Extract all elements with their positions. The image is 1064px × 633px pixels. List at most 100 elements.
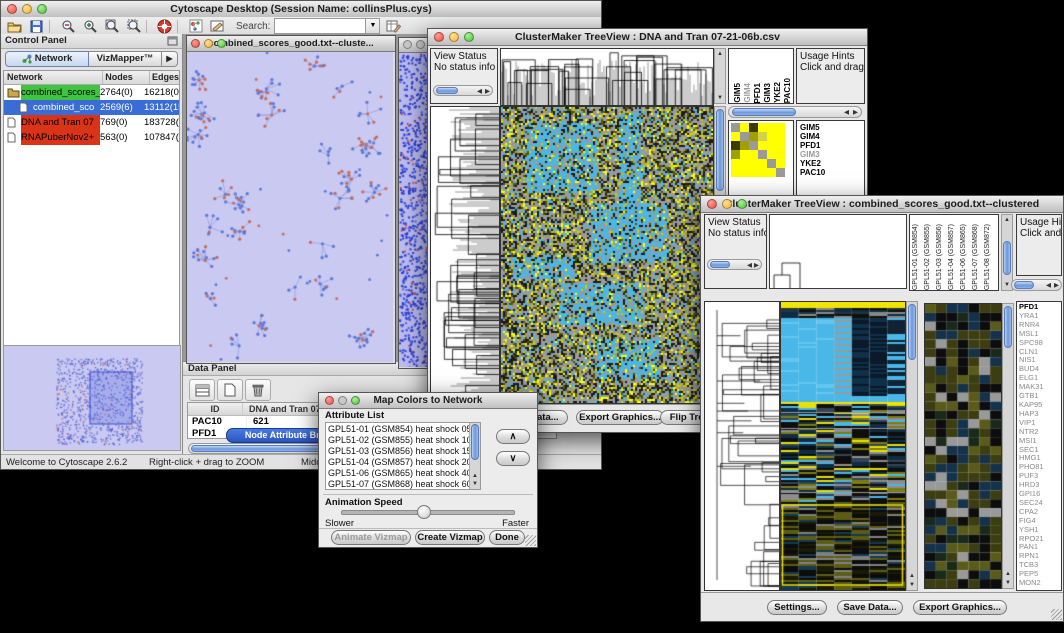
delete-attribute-button[interactable] xyxy=(245,379,271,401)
frame1-title: combined_scores_good.txt--cluste... xyxy=(208,38,373,49)
frame1-zoom-button[interactable] xyxy=(217,39,226,48)
dp-col-id[interactable]: ID xyxy=(188,403,243,415)
frame2-close-button[interactable] xyxy=(403,40,412,49)
matrix-cell xyxy=(758,168,767,177)
tv2-resize-grip[interactable] xyxy=(1051,609,1062,620)
tv1-top-scroll-strip[interactable]: ▲▼ xyxy=(714,48,726,104)
help-lifebuoy-icon[interactable] xyxy=(156,19,173,34)
zoom-out-icon[interactable] xyxy=(59,19,76,34)
zoom-in-icon[interactable] xyxy=(81,19,98,34)
tv1-zoom-button[interactable] xyxy=(464,32,474,42)
speed-slider-thumb[interactable] xyxy=(417,505,431,519)
zoom-selected-icon[interactable] xyxy=(125,19,142,34)
move-down-button[interactable]: ∨ xyxy=(496,451,530,466)
tab-network[interactable]: Network xyxy=(5,51,89,67)
tv1-minimize-button[interactable] xyxy=(449,32,459,42)
col-edges[interactable]: Edges xyxy=(150,71,179,84)
dialog-close-button[interactable] xyxy=(325,396,334,405)
attribute-list-scrollbar[interactable]: ▲▼ xyxy=(469,423,480,489)
tv2-gene-list[interactable]: PFD1YRA1RNR4MSL1SPC98CLN1NIS1BUD4ELG1MAK… xyxy=(1016,301,1062,591)
attribute-list-item[interactable]: GPL51-02 (GSM855) heat shock 10 min xyxy=(326,435,480,446)
main-titlebar[interactable]: Cytoscape Desktop (Session Name: collins… xyxy=(1,1,601,18)
network-row[interactable]: RNAPuberNov2+563(0)107847(0) xyxy=(4,130,179,145)
document-icon xyxy=(7,117,21,128)
tv1-row-label: PFD1 xyxy=(800,141,864,150)
tv1-status-scrollbar[interactable]: ◀▶ xyxy=(433,85,493,96)
network-edges: 16218(0) xyxy=(144,85,179,100)
dialog-title: Map Colors to Network xyxy=(374,395,483,406)
treeview2-title: ClusterMaker TreeView : combined_scores_… xyxy=(725,198,1039,210)
float-panel-icon[interactable] xyxy=(167,36,178,46)
tv2-usage-hscrollbar[interactable]: ◀▶ xyxy=(1011,279,1062,291)
network-view-canvas[interactable] xyxy=(187,52,393,362)
export-graphics-button[interactable]: Export Graphics... xyxy=(913,600,1007,615)
tv1-column-dendrogram[interactable] xyxy=(500,48,714,106)
tv2-collabel-scrollbar[interactable]: ▲▼ xyxy=(1001,214,1013,291)
treeview2-titlebar[interactable]: ClusterMaker TreeView : combined_scores_… xyxy=(701,196,1063,213)
tv2-close-button[interactable] xyxy=(707,199,717,209)
new-attribute-button[interactable] xyxy=(217,379,243,401)
tv2-row-dendrogram[interactable] xyxy=(704,301,780,591)
tv2-column-dendrogram[interactable] xyxy=(769,214,907,289)
gene-label[interactable]: MON2 xyxy=(1017,579,1061,588)
dialog-resize-grip[interactable] xyxy=(525,535,536,546)
zoom-fit-icon[interactable] xyxy=(103,19,120,34)
animate-vizmap-button[interactable]: Animate Vizmap xyxy=(331,530,411,545)
export-graphics-button[interactable]: Export Graphics... xyxy=(576,410,664,425)
close-button[interactable] xyxy=(7,4,17,14)
tv1-row-label: YKE2 xyxy=(800,159,864,168)
done-button[interactable]: Done xyxy=(489,530,525,545)
create-vizmap-button[interactable]: Create Vizmap xyxy=(415,530,485,545)
tv2-minimize-button[interactable] xyxy=(722,199,732,209)
open-session-button[interactable] xyxy=(6,19,23,34)
tv1-row-dendrogram[interactable] xyxy=(430,106,500,404)
search-input[interactable] xyxy=(274,18,366,34)
tv2-zoom-button[interactable] xyxy=(737,199,747,209)
move-up-button[interactable]: ∧ xyxy=(496,429,530,444)
attribute-list[interactable]: GPL51-01 (GSM854) heat shock 05 minGPL51… xyxy=(325,422,481,490)
dialog-titlebar[interactable]: Map Colors to Network xyxy=(319,393,537,409)
matrix-cell xyxy=(767,132,776,141)
vizmapper-icon[interactable] xyxy=(187,19,204,34)
minimize-button[interactable] xyxy=(22,4,32,14)
tv2-zoom-vscrollbar[interactable]: ▲▼ xyxy=(1002,303,1014,589)
select-attributes-button[interactable] xyxy=(189,379,215,401)
tv1-close-button[interactable] xyxy=(434,32,444,42)
frame1-close-button[interactable] xyxy=(191,39,200,48)
frame1-minimize-button[interactable] xyxy=(204,39,213,48)
birdseye-view[interactable] xyxy=(3,345,181,451)
attribute-list-items: GPL51-01 (GSM854) heat shock 05 minGPL51… xyxy=(326,423,480,490)
attribute-list-item[interactable]: GPL51-03 (GSM856) heat shock 15 min xyxy=(326,446,480,457)
attribute-browser-icon[interactable] xyxy=(385,19,402,34)
col-nodes[interactable]: Nodes xyxy=(103,71,150,84)
tv2-heatmap[interactable] xyxy=(780,301,906,591)
tab-overflow-arrow[interactable]: ▶ xyxy=(162,51,178,67)
tv1-zoom-hscrollbar[interactable]: ◀▶ xyxy=(728,106,862,118)
control-panel-header: Control Panel xyxy=(1,34,182,49)
attribute-list-item[interactable]: GPL51-07 (GSM868) heat shock 60 min xyxy=(326,479,480,490)
annotation-icon[interactable] xyxy=(209,19,226,34)
save-session-button[interactable] xyxy=(28,19,45,34)
frame1-titlebar[interactable]: combined_scores_good.txt--cluste... xyxy=(187,36,395,52)
network-row[interactable]: combined_scores_2764(0)16218(0) xyxy=(4,85,179,100)
tv2-zoom-heatmap[interactable] xyxy=(924,303,1002,589)
dialog-zoom-button[interactable] xyxy=(351,396,360,405)
attribute-list-item[interactable]: GPL51-06 (GSM865) heat shock 40 min xyxy=(326,468,480,479)
col-network[interactable]: Network xyxy=(4,71,103,84)
frame2-minimize-button[interactable] xyxy=(416,40,425,49)
network-edges: 13112(15) xyxy=(144,100,179,115)
treeview1-titlebar[interactable]: ClusterMaker TreeView : DNA and Tran 07-… xyxy=(428,29,867,46)
attribute-list-item[interactable]: GPL51-04 (GSM857) heat shock 20 min xyxy=(326,457,480,468)
tab-vizmapper[interactable]: VizMapper™ xyxy=(89,51,162,67)
network-row[interactable]: combined_sco2569(6)13112(15) xyxy=(4,100,179,115)
tv1-heatmap[interactable] xyxy=(500,106,714,404)
tv2-vscrollbar[interactable]: ▲▼ xyxy=(906,301,918,591)
dialog-minimize-button[interactable] xyxy=(338,396,347,405)
settings-button[interactable]: Settings... xyxy=(767,600,827,615)
network-row[interactable]: DNA and Tran 07769(0)183728(0) xyxy=(4,115,179,130)
zoom-button[interactable] xyxy=(37,4,47,14)
tv2-status-scrollbar[interactable]: ◀▶ xyxy=(707,259,762,270)
save-data-button[interactable]: Save Data... xyxy=(837,600,903,615)
search-dropdown-button[interactable]: ▼ xyxy=(366,18,380,34)
attribute-list-item[interactable]: GPL51-01 (GSM854) heat shock 05 min xyxy=(326,424,480,435)
